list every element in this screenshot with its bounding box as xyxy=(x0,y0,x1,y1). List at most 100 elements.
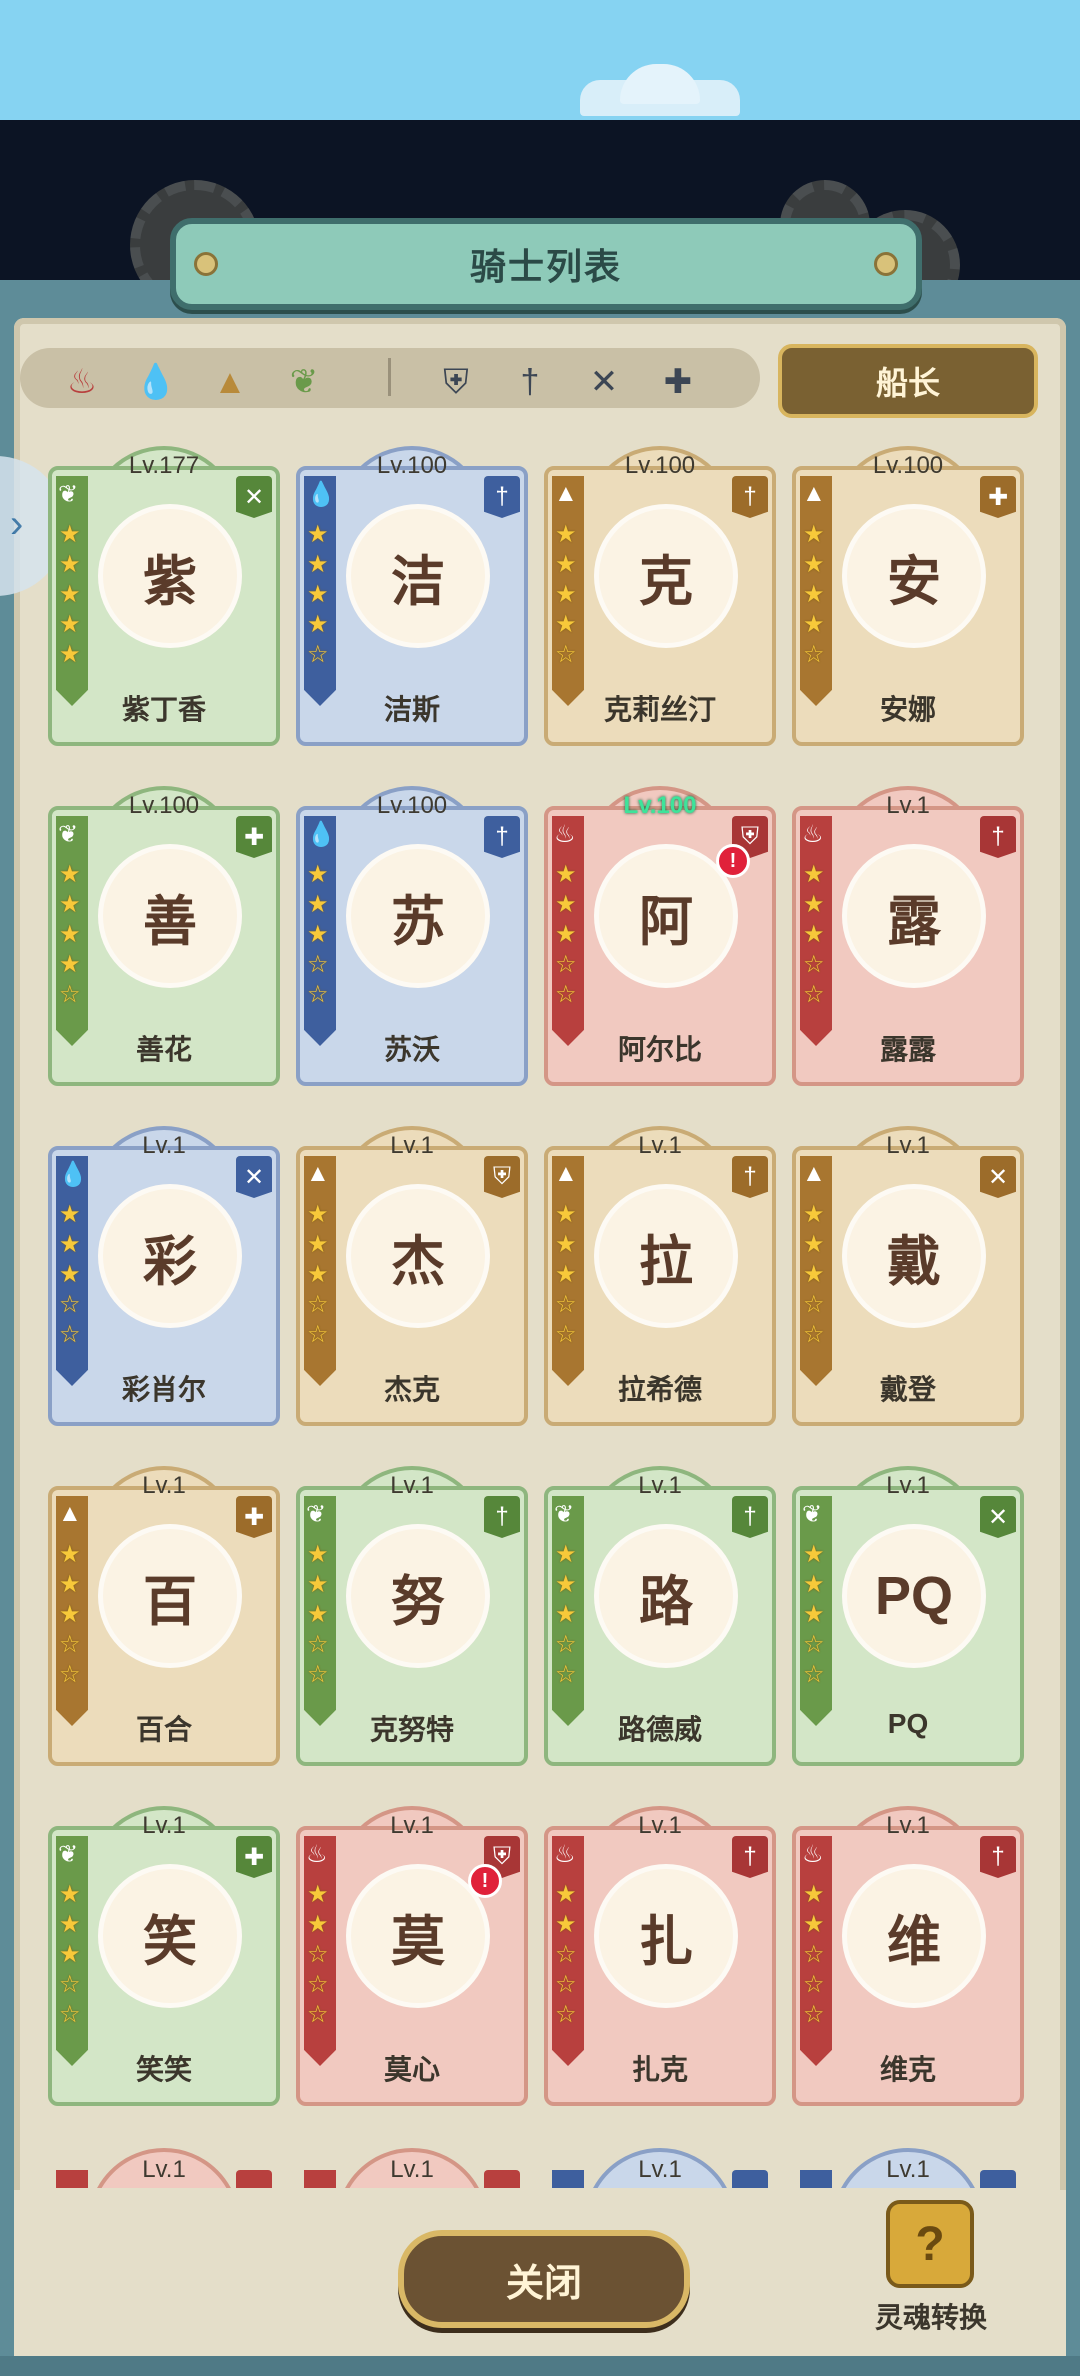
knight-level: Lv.1 xyxy=(886,2156,930,2183)
element-icon: 💧 xyxy=(306,821,336,848)
knight-card[interactable]: ▲ ★ ★ ★ ☆ ☆ † Lv.1 拉拉希德 xyxy=(544,1126,776,1426)
knight-name: 洁斯 xyxy=(383,694,440,725)
knight-name: 克努特 xyxy=(369,1714,454,1745)
star-rating: ★ ★ ★ ☆ ☆ xyxy=(555,1201,577,1348)
element-icon: 💧 xyxy=(58,1161,88,1188)
role-icon: ✚ xyxy=(236,816,272,858)
soul-convert-button[interactable]: ? 灵魂转换 xyxy=(866,2200,996,2333)
element-icon: ❦ xyxy=(58,481,79,508)
star-rating: ★ ★ ★ ☆ ☆ xyxy=(307,1201,329,1348)
knight-card-partial[interactable]: Lv.1 xyxy=(792,2140,1024,2188)
sky-backdrop xyxy=(0,0,1080,120)
shield-icon[interactable]: ⛨ xyxy=(430,356,482,408)
knight-card[interactable]: ▲ ★ ★ ★ ☆ ☆ ⛨ Lv.1 杰杰克 xyxy=(296,1126,528,1426)
knight-level: Lv.1 xyxy=(142,2156,186,2183)
soul-convert-label: 灵魂转换 xyxy=(874,2302,987,2333)
star-rating: ★ ★ ★ ★ ☆ xyxy=(59,861,81,1008)
knight-card-partial[interactable]: Lv.1 xyxy=(296,2140,528,2188)
knight-card-partial[interactable]: Lv.1 xyxy=(48,2140,280,2188)
role-icon: ✚ xyxy=(980,476,1016,518)
star-rating: ★ ★ ★ ★ ☆ xyxy=(555,521,577,668)
knight-portrait: 杰 xyxy=(346,1184,490,1328)
knight-level: Lv.1 xyxy=(390,1472,434,1499)
sword-icon[interactable]: † xyxy=(504,356,556,408)
knight-portrait: 路 xyxy=(594,1524,738,1668)
rivet-icon xyxy=(194,252,218,276)
knight-card[interactable]: ♨ ★ ★ ☆ ☆ ☆ † Lv.1 扎扎克 xyxy=(544,1806,776,2106)
knight-card[interactable]: ▲ ★ ★ ★ ☆ ☆ ✕ Lv.1 戴戴登 xyxy=(792,1126,1024,1426)
rivet-icon xyxy=(874,252,898,276)
knight-level: Lv.1 xyxy=(638,1812,682,1839)
knight-card-partial[interactable]: Lv.1 xyxy=(544,2140,776,2188)
element-icon: ▲ xyxy=(802,480,826,507)
fire-icon[interactable]: ♨ xyxy=(56,356,108,408)
knight-card[interactable]: ❦ ★ ★ ★ ☆ ☆ † Lv.1 路路德威 xyxy=(544,1466,776,1766)
knight-card[interactable]: ▲ ★ ★ ★ ★ ☆ ✚ Lv.100 安安娜 xyxy=(792,446,1024,746)
cloud xyxy=(620,64,700,104)
knight-level: Lv.1 xyxy=(390,1812,434,1839)
knight-level: Lv.1 xyxy=(638,1132,682,1159)
knight-card[interactable]: 💧 ★ ★ ★ ☆ ☆ ✕ Lv.1 彩彩肖尔 xyxy=(48,1126,280,1426)
knight-portrait: 克 xyxy=(594,504,738,648)
knight-name: 百合 xyxy=(135,1714,192,1745)
wind-icon[interactable]: ❦ xyxy=(278,356,330,408)
star-rating: ★ ★ ★ ☆ ☆ xyxy=(555,1541,577,1688)
knight-card[interactable]: ♨ ★ ★ ☆ ☆ ☆ † Lv.1 维维克 xyxy=(792,1806,1024,2106)
knight-level: Lv.1 xyxy=(886,792,930,819)
knight-name: 扎克 xyxy=(631,2054,688,2085)
knight-name: 拉希德 xyxy=(617,1374,702,1405)
star-rating: ★ ★ ★ ☆ ☆ xyxy=(803,1541,825,1688)
knight-card[interactable]: 💧 ★ ★ ★ ☆ ☆ † Lv.100 苏苏沃 xyxy=(296,786,528,1086)
role-icon: ⛨ xyxy=(484,1156,520,1198)
close-button[interactable]: 关闭 xyxy=(398,2230,690,2328)
knight-level: Lv.1 xyxy=(390,1132,434,1159)
knight-card[interactable]: ❦ ★ ★ ★ ☆ ☆ ✕ Lv.1 PQ PQ xyxy=(792,1466,1024,1766)
knight-card[interactable]: ♨ ★ ★ ★ ☆ ☆ ⛨ Lv.100 阿阿尔比! xyxy=(544,786,776,1086)
knight-card[interactable]: ♨ ★ ★ ★ ☆ ☆ † Lv.1 露露露 xyxy=(792,786,1024,1086)
knight-card[interactable]: ❦ ★ ★ ★ ★ ★ ✕ Lv.177 紫紫丁香 xyxy=(48,446,280,746)
alert-badge-icon: ! xyxy=(468,1864,502,1898)
knight-portrait: 维 xyxy=(842,1864,986,2008)
knight-portrait: 洁 xyxy=(346,504,490,648)
knight-name: 克莉丝汀 xyxy=(603,694,716,725)
role-icon: † xyxy=(732,1496,768,1538)
knight-level: Lv.1 xyxy=(638,2156,682,2183)
star-rating: ★ ★ ★ ★ ☆ xyxy=(307,521,329,668)
element-icon: ❦ xyxy=(802,1501,823,1528)
knight-level: Lv.100 xyxy=(376,452,448,479)
element-icon: ♨ xyxy=(554,821,576,848)
bow-icon[interactable]: ✕ xyxy=(578,356,630,408)
page-title: 骑士列表 xyxy=(469,246,622,287)
star-rating: ★ ★ ★ ☆ ☆ xyxy=(803,861,825,1008)
knight-card[interactable]: ❦ ★ ★ ★ ☆ ☆ ✚ Lv.1 笑笑笑 xyxy=(48,1806,280,2106)
role-icon: † xyxy=(980,816,1016,858)
element-icon: ▲ xyxy=(802,1160,826,1187)
role-icon: ✚ xyxy=(236,1496,272,1538)
element-icon: ♨ xyxy=(802,821,824,848)
star-rating: ★ ★ ★ ☆ ☆ xyxy=(307,1541,329,1688)
role-icon: ✕ xyxy=(980,1496,1016,1538)
role-icon: ✚ xyxy=(236,1836,272,1878)
knight-portrait: 努 xyxy=(346,1524,490,1668)
element-icon: ▲ xyxy=(554,480,578,507)
knight-level: Lv.177 xyxy=(128,452,200,479)
knight-card[interactable]: ♨ ★ ★ ☆ ☆ ☆ ⛨ Lv.1 莫莫心! xyxy=(296,1806,528,2106)
knight-portrait: PQ xyxy=(842,1524,986,1668)
knight-card[interactable]: ❦ ★ ★ ★ ☆ ☆ † Lv.1 努克努特 xyxy=(296,1466,528,1766)
element-icon: ♨ xyxy=(802,1841,824,1868)
knight-name: 阿尔比 xyxy=(617,1034,702,1065)
knight-card[interactable]: ▲ ★ ★ ★ ★ ☆ † Lv.100 克克莉丝汀 xyxy=(544,446,776,746)
water-icon[interactable]: 💧 xyxy=(130,356,182,408)
captain-button[interactable]: 船长 xyxy=(778,344,1038,418)
element-icon: ▲ xyxy=(306,1160,330,1187)
heal-icon[interactable]: ✚ xyxy=(652,356,704,408)
knight-portrait: 戴 xyxy=(842,1184,986,1328)
knight-level: Lv.1 xyxy=(142,1132,186,1159)
earth-icon[interactable]: ▲ xyxy=(204,356,256,408)
star-rating: ★ ★ ★ ☆ ☆ xyxy=(803,1201,825,1348)
knight-card[interactable]: ▲ ★ ★ ★ ☆ ☆ ✚ Lv.1 百百合 xyxy=(48,1466,280,1766)
knight-portrait: 安 xyxy=(842,504,986,648)
knight-card[interactable]: ❦ ★ ★ ★ ★ ☆ ✚ Lv.100 善善花 xyxy=(48,786,280,1086)
knight-level: Lv.100 xyxy=(376,792,448,819)
knight-card[interactable]: 💧 ★ ★ ★ ★ ☆ † Lv.100 洁洁斯 xyxy=(296,446,528,746)
